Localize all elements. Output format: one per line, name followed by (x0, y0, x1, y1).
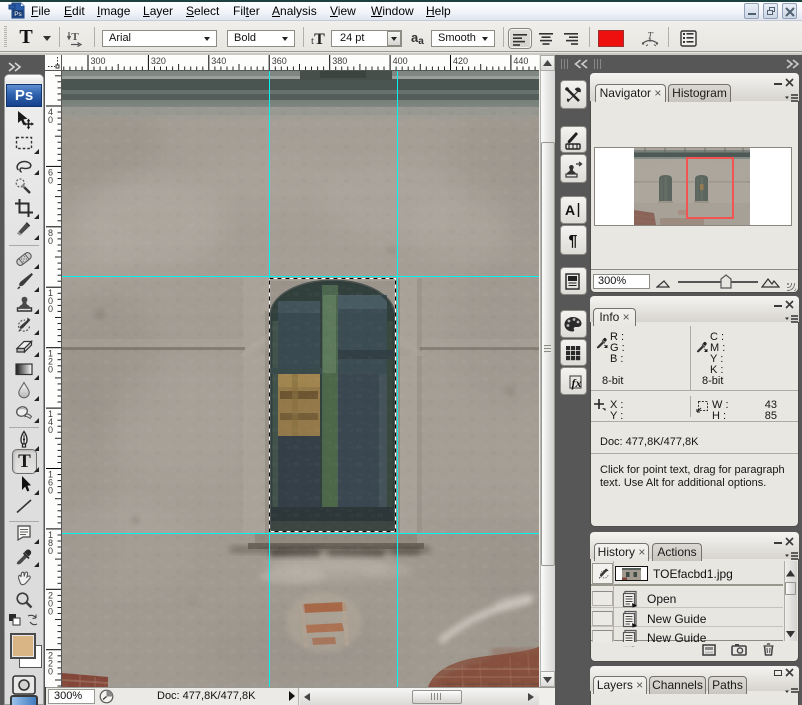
svg-text:¶: ¶ (569, 233, 578, 250)
svg-text:fx: fx (572, 376, 582, 390)
svg-text:T: T (71, 31, 79, 43)
svg-text:0: 0 (48, 115, 53, 125)
svg-text:0: 0 (48, 365, 53, 375)
svg-text:400: 400 (393, 56, 408, 66)
svg-text:300: 300 (91, 56, 106, 66)
svg-text:0: 0 (48, 236, 53, 246)
svg-text:0: 0 (48, 546, 53, 556)
svg-text:420: 420 (453, 56, 468, 66)
svg-text:440: 440 (513, 56, 528, 66)
svg-text:0: 0 (48, 606, 53, 616)
svg-text:0: 0 (48, 425, 53, 435)
svg-text:340: 340 (211, 56, 226, 66)
svg-text:0: 0 (48, 304, 53, 314)
svg-text:0: 0 (48, 667, 53, 677)
svg-text:360: 360 (272, 56, 287, 66)
svg-text:0: 0 (48, 175, 53, 185)
svg-text:A: A (565, 202, 575, 218)
svg-text:0: 0 (48, 486, 53, 496)
svg-text:Ps: Ps (14, 11, 22, 18)
svg-text:380: 380 (332, 56, 347, 66)
svg-text:320: 320 (151, 56, 166, 66)
